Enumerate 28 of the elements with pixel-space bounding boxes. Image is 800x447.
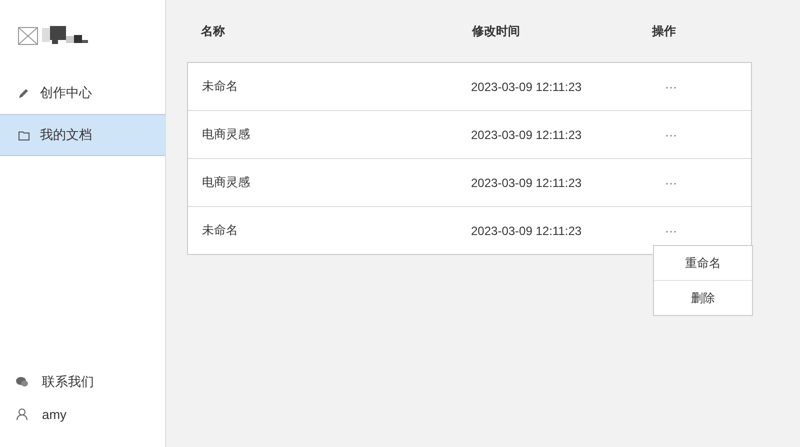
chat-icon [16,376,28,386]
folder-icon [18,130,30,140]
user-name: amy [42,407,67,422]
table-cell-text: 电商灵感 [202,174,251,191]
sidebar-item[interactable]: 我的文档 [0,114,165,156]
column-header: 修改时间 [472,22,521,40]
broken-image-icon [18,27,38,45]
more-button[interactable]: ··· [665,176,677,190]
user-icon [16,408,28,421]
sidebar-item-label: 创作中心 [40,84,92,102]
sidebar-item-label: 我的文档 [40,126,92,144]
table-cell-text: 未命名 [202,78,239,95]
pencil-icon [18,87,30,99]
menu-item[interactable]: 删除 [654,280,752,315]
sidebar-item[interactable]: 创作中心 [0,72,165,114]
contact-link[interactable]: 联系我们 [42,372,94,390]
more-button[interactable]: ··· [665,80,677,94]
more-button[interactable]: ··· [665,128,677,142]
more-button[interactable]: ··· [665,224,677,238]
menu-item[interactable]: 重命名 [654,246,752,280]
table-cell-text: 未命名 [202,222,239,239]
table-cell-text: 2023-03-09 12:11:23 [471,224,583,238]
table-cell-text: 电商灵感 [202,126,251,143]
column-header: 操作 [652,22,677,40]
table-cell-text: 2023-03-09 12:11:23 [471,128,583,142]
table-cell-text: 2023-03-09 12:11:23 [471,176,583,190]
column-header: 名称 [201,22,226,40]
table-cell-text: 2023-03-09 12:11:23 [471,80,583,94]
